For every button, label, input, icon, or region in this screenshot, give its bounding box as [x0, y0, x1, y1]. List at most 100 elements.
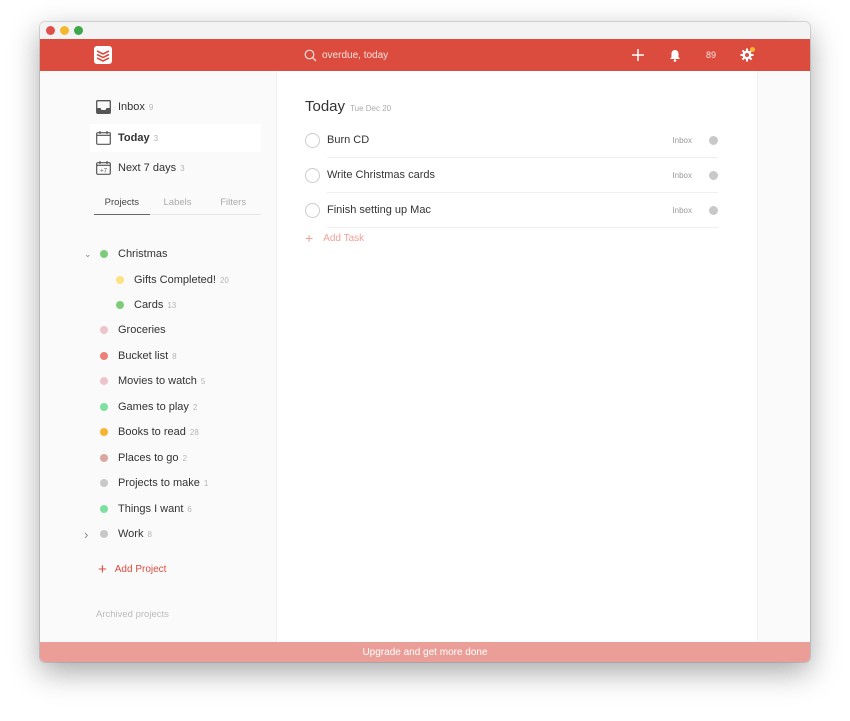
project-count: 5 [200, 376, 206, 386]
project-item[interactable]: Places to go 2 [100, 448, 187, 468]
project-item[interactable]: ⌄ Christmas [84, 244, 168, 264]
plus-icon [632, 49, 644, 61]
project-item[interactable]: Gifts Completed! 20 [116, 270, 229, 290]
calendar-plus7-icon: +7 [96, 160, 112, 176]
settings-notification-dot [750, 47, 755, 52]
todoist-logo-icon[interactable] [94, 46, 112, 64]
add-task-button[interactable] [630, 47, 646, 63]
task-project-dot [709, 206, 718, 215]
sidebar-item-inbox[interactable]: Inbox 9 [90, 93, 261, 121]
item-count: 3 [153, 133, 159, 143]
sidebar-item-label: Inbox [118, 101, 145, 113]
plus-icon: + [305, 230, 314, 246]
project-color-dot [100, 377, 108, 385]
add-task-label: Add Task [323, 232, 365, 244]
search-input[interactable] [322, 49, 502, 61]
search-icon [304, 49, 317, 61]
item-count: 9 [148, 102, 154, 112]
project-label: Places to go [118, 452, 179, 464]
item-count: 3 [180, 163, 185, 173]
task-project-label[interactable]: Inbox [672, 206, 692, 215]
task-label[interactable]: Finish setting up Mac [327, 204, 431, 216]
project-count: 2 [192, 402, 198, 412]
project-color-dot [100, 530, 108, 538]
project-label: Things I want [118, 503, 184, 515]
task-item[interactable]: Finish setting up Mac Inbox [305, 193, 718, 228]
sidebar-item-today[interactable]: Today 3 [90, 124, 261, 152]
task-checkbox[interactable] [305, 133, 320, 148]
sidebar: Inbox 9 Today 3 +7 Next 7 days 3 Project… [40, 71, 276, 642]
project-label: Games to play [118, 401, 189, 413]
tab-labels[interactable]: Labels [150, 197, 206, 214]
task-label[interactable]: Write Christmas cards [327, 169, 435, 181]
page-date: Tue Dec 20 [350, 104, 392, 113]
task-item[interactable]: Write Christmas cards Inbox [305, 158, 718, 193]
maximize-window-button[interactable] [74, 26, 83, 35]
project-label: Cards [134, 299, 164, 311]
project-count: 13 [167, 300, 177, 310]
project-item[interactable]: Groceries [100, 320, 166, 340]
add-project-button[interactable]: + Add Project [98, 562, 166, 577]
upgrade-banner[interactable]: Upgrade and get more done [40, 642, 810, 662]
close-window-button[interactable] [46, 26, 55, 35]
add-project-label: Add Project [114, 564, 167, 575]
task-project-label[interactable]: Inbox [672, 136, 692, 145]
project-item[interactable]: Projects to make 1 [100, 473, 208, 493]
notifications-button[interactable] [667, 47, 683, 63]
project-item[interactable]: Things I want 6 [100, 499, 192, 519]
task-project-dot [709, 171, 718, 180]
project-item[interactable]: Books to read 28 [100, 422, 199, 442]
task-project-label[interactable]: Inbox [672, 171, 692, 180]
chevron-down-icon[interactable]: ⌄ [84, 249, 92, 260]
view-header: Today Tue Dec 20 [305, 98, 391, 115]
settings-button[interactable] [738, 47, 756, 63]
project-label: Books to read [118, 426, 186, 438]
task-item[interactable]: Burn CD Inbox [305, 123, 718, 158]
sidebar-item-label: Today [118, 132, 150, 144]
quick-find[interactable] [304, 45, 524, 65]
task-project-dot [709, 136, 718, 145]
tab-filters[interactable]: Filters [205, 197, 261, 214]
app-window: 89 Inbox [40, 22, 810, 662]
right-gutter [758, 71, 810, 642]
project-label: Bucket list [118, 350, 169, 362]
project-label: Christmas [118, 248, 168, 260]
project-item[interactable]: › Work 8 [84, 524, 152, 544]
archived-projects-link[interactable]: Archived projects [96, 609, 169, 620]
project-color-dot [100, 479, 108, 487]
project-color-dot [100, 250, 108, 258]
page-title: Today [305, 98, 346, 115]
tab-projects[interactable]: Projects [94, 197, 150, 215]
chevron-right-icon[interactable]: › [84, 527, 88, 542]
task-label[interactable]: Burn CD [327, 134, 369, 146]
sidebar-item-next-7-days[interactable]: +7 Next 7 days 3 [90, 154, 261, 182]
calendar-icon [96, 130, 112, 146]
project-item[interactable]: Cards 13 [116, 295, 176, 315]
sidebar-tabs: Projects Labels Filters [94, 197, 261, 215]
project-item[interactable]: Movies to watch 5 [100, 371, 205, 391]
project-count: 8 [172, 351, 177, 361]
plus-icon: + [98, 561, 107, 578]
upgrade-label: Upgrade and get more done [362, 646, 488, 658]
minimize-window-button[interactable] [60, 26, 69, 35]
project-color-dot [116, 301, 124, 309]
project-color-dot [100, 428, 108, 436]
project-item[interactable]: Games to play 2 [100, 397, 197, 417]
divider [327, 227, 718, 228]
project-label: Gifts Completed! [134, 274, 216, 286]
project-item[interactable]: Bucket list 8 [100, 346, 177, 366]
add-task-link[interactable]: + Add Task [305, 231, 364, 245]
karma-button[interactable]: 89 [700, 47, 722, 63]
project-color-dot [100, 454, 108, 462]
sidebar-item-label: Next 7 days [118, 162, 177, 174]
project-color-dot [100, 326, 108, 334]
inbox-icon [96, 99, 112, 115]
task-checkbox[interactable] [305, 203, 320, 218]
title-bar [40, 22, 810, 39]
task-checkbox[interactable] [305, 168, 320, 183]
project-count: 1 [203, 478, 209, 488]
project-label: Movies to watch [118, 375, 197, 387]
project-label: Groceries [118, 324, 166, 336]
project-color-dot [100, 505, 108, 513]
project-color-dot [100, 352, 108, 360]
